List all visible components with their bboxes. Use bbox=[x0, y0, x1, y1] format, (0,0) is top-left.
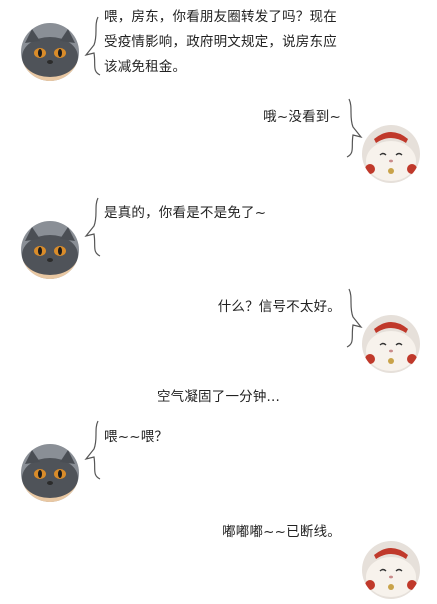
bubble-tail-left bbox=[84, 196, 104, 258]
white-cat-avatar-icon bbox=[362, 541, 420, 599]
message-text: 喂，房东，你看朋友圈转发了吗？现在 受疫情影响，政府明文规定，说房东应 该减免租… bbox=[104, 5, 337, 80]
system-note: 空气凝固了一分钟... bbox=[156, 389, 281, 405]
bubble-tail-right bbox=[343, 97, 363, 159]
bubble-tail-right bbox=[343, 287, 363, 349]
message-text: 嘟嘟嘟~~已断线。 bbox=[222, 520, 341, 545]
white-cat-avatar[interactable] bbox=[362, 125, 420, 183]
bubble-tail-left bbox=[84, 15, 104, 77]
message-line: 喂，房东，你看朋友圈转发了吗？现在 bbox=[104, 9, 337, 25]
gray-cat-avatar-icon bbox=[21, 23, 79, 81]
message-text: 是真的，你看是不是免了~ bbox=[104, 201, 266, 226]
message-line: 哦~没看到~ bbox=[263, 109, 341, 125]
message-text: 什么？信号不太好。 bbox=[218, 295, 341, 320]
white-cat-avatar[interactable] bbox=[362, 541, 420, 599]
white-cat-avatar-icon bbox=[362, 125, 420, 183]
gray-cat-avatar[interactable] bbox=[21, 221, 79, 279]
message-line: 该减免租金。 bbox=[104, 59, 187, 75]
bubble-tail-left bbox=[84, 419, 104, 481]
message-text: 喂~~喂？ bbox=[104, 425, 168, 450]
message-line: 嘟嘟嘟~~已断线。 bbox=[222, 524, 341, 540]
white-cat-avatar-icon bbox=[362, 315, 420, 373]
message-line: 喂~~喂？ bbox=[104, 429, 169, 445]
gray-cat-avatar-icon bbox=[21, 221, 79, 279]
message-text: 哦~没看到~ bbox=[263, 105, 341, 130]
message-line: 什么？信号不太好。 bbox=[217, 299, 341, 315]
message-line: 受疫情影响，政府明文规定，说房东应 bbox=[104, 34, 337, 50]
white-cat-avatar[interactable] bbox=[362, 315, 420, 373]
gray-cat-avatar[interactable] bbox=[21, 23, 79, 81]
gray-cat-avatar[interactable] bbox=[21, 444, 79, 502]
message-line: 是真的，你看是不是免了~ bbox=[104, 205, 267, 221]
gray-cat-avatar-icon bbox=[21, 444, 79, 502]
